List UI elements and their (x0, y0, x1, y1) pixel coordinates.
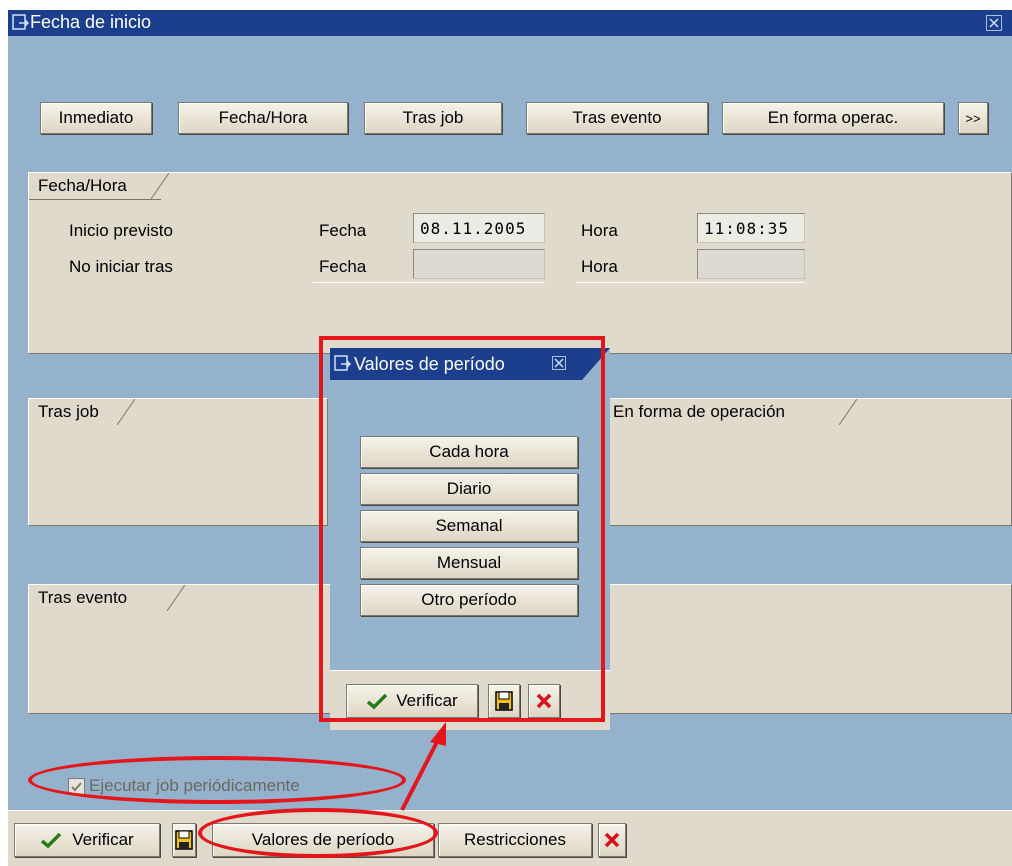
annotation-arrow (400, 722, 446, 811)
